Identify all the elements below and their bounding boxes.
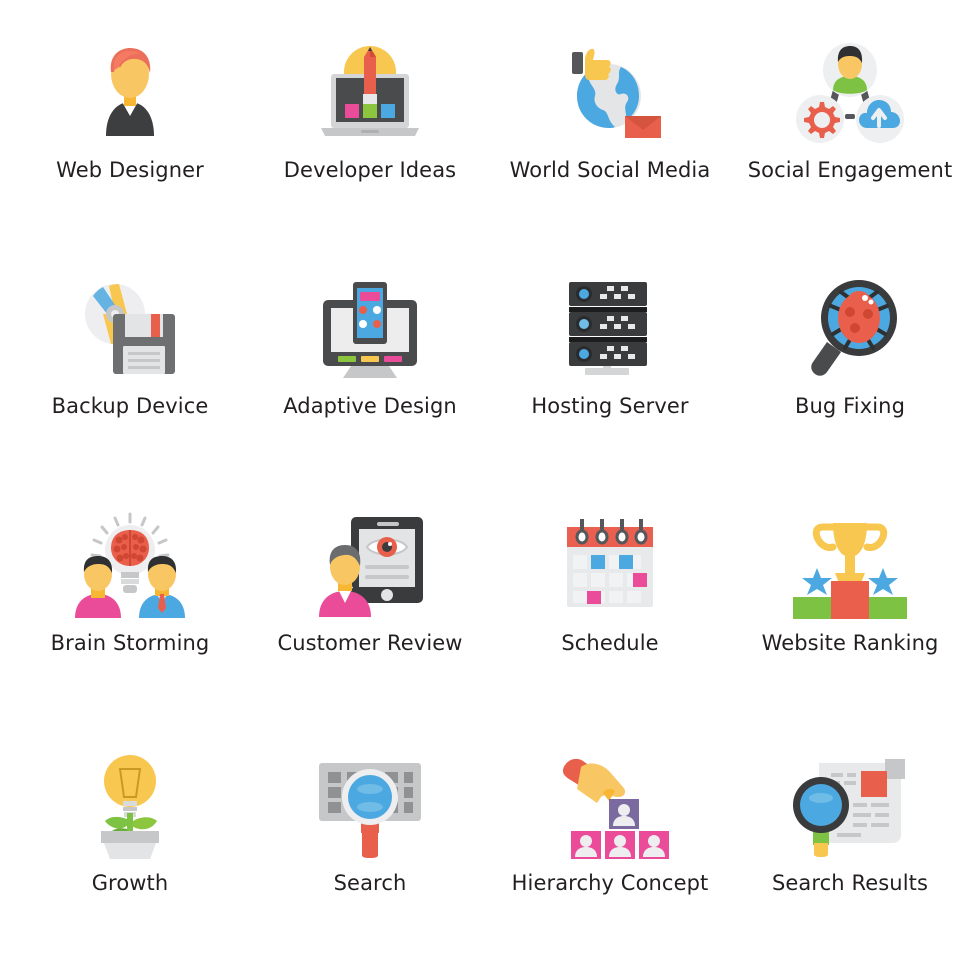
world-social-media-icon <box>545 34 675 152</box>
icon-tile-developer-ideas[interactable]: Developer Ideas <box>250 22 490 260</box>
icon-label: Web Designer <box>56 158 204 182</box>
icon-tile-website-ranking[interactable]: Website Ranking <box>730 497 970 735</box>
icon-label: Customer Review <box>277 631 463 655</box>
icon-grid: Web Designer Developer Ideas World Socia… <box>0 0 980 980</box>
icon-label: World Social Media <box>509 158 711 182</box>
icon-label: Adaptive Design <box>283 393 457 418</box>
icon-label: Growth <box>91 870 169 895</box>
icon-label: Website Ranking <box>761 631 939 655</box>
icon-label: Bug Fixing <box>794 393 905 418</box>
schedule-icon <box>545 507 675 625</box>
icon-tile-hosting-server[interactable]: Hosting Server <box>490 260 730 498</box>
icon-label: Hierarchy Concept <box>511 870 709 895</box>
icon-tile-adaptive-design[interactable]: Adaptive Design <box>250 260 490 498</box>
hierarchy-concept-icon <box>545 747 675 865</box>
icon-tile-schedule[interactable]: Schedule <box>490 497 730 735</box>
icon-tile-hierarchy-concept[interactable]: Hierarchy Concept <box>490 735 730 973</box>
icon-label: Search <box>333 870 407 895</box>
icon-tile-web-designer[interactable]: Web Designer <box>10 22 250 260</box>
icon-tile-bug-fixing[interactable]: Bug Fixing <box>730 260 970 498</box>
icon-tile-backup-device[interactable]: Backup Device <box>10 260 250 498</box>
search-results-icon <box>785 747 915 865</box>
icon-label: Hosting Server <box>531 393 689 418</box>
website-ranking-icon <box>785 507 915 625</box>
growth-icon <box>65 747 195 865</box>
search-icon <box>305 747 435 865</box>
icon-tile-customer-review[interactable]: Customer Review <box>250 497 490 735</box>
icon-tile-search-results[interactable]: Search Results <box>730 735 970 973</box>
adaptive-design-icon <box>305 270 435 388</box>
icon-label: Brain Storming <box>50 631 210 655</box>
icon-tile-search[interactable]: Search <box>250 735 490 973</box>
icon-label: Backup Device <box>51 393 209 418</box>
icon-label: Search Results <box>771 870 929 895</box>
developer-ideas-icon <box>305 34 435 152</box>
icon-tile-brain-storming[interactable]: Brain Storming <box>10 497 250 735</box>
icon-tile-world-social-media[interactable]: World Social Media <box>490 22 730 260</box>
icon-label: Social Engagement <box>747 158 953 182</box>
backup-device-icon <box>65 270 195 388</box>
icon-tile-growth[interactable]: Growth <box>10 735 250 973</box>
brain-storming-icon <box>65 507 195 625</box>
icon-tile-social-engagement[interactable]: Social Engagement <box>730 22 970 260</box>
icon-label: Schedule <box>561 631 659 655</box>
customer-review-icon <box>305 507 435 625</box>
web-designer-icon <box>65 34 195 152</box>
hosting-server-icon <box>545 270 675 388</box>
bug-fixing-icon <box>785 270 915 388</box>
icon-label: Developer Ideas <box>283 158 457 182</box>
social-engagement-icon <box>785 34 915 152</box>
